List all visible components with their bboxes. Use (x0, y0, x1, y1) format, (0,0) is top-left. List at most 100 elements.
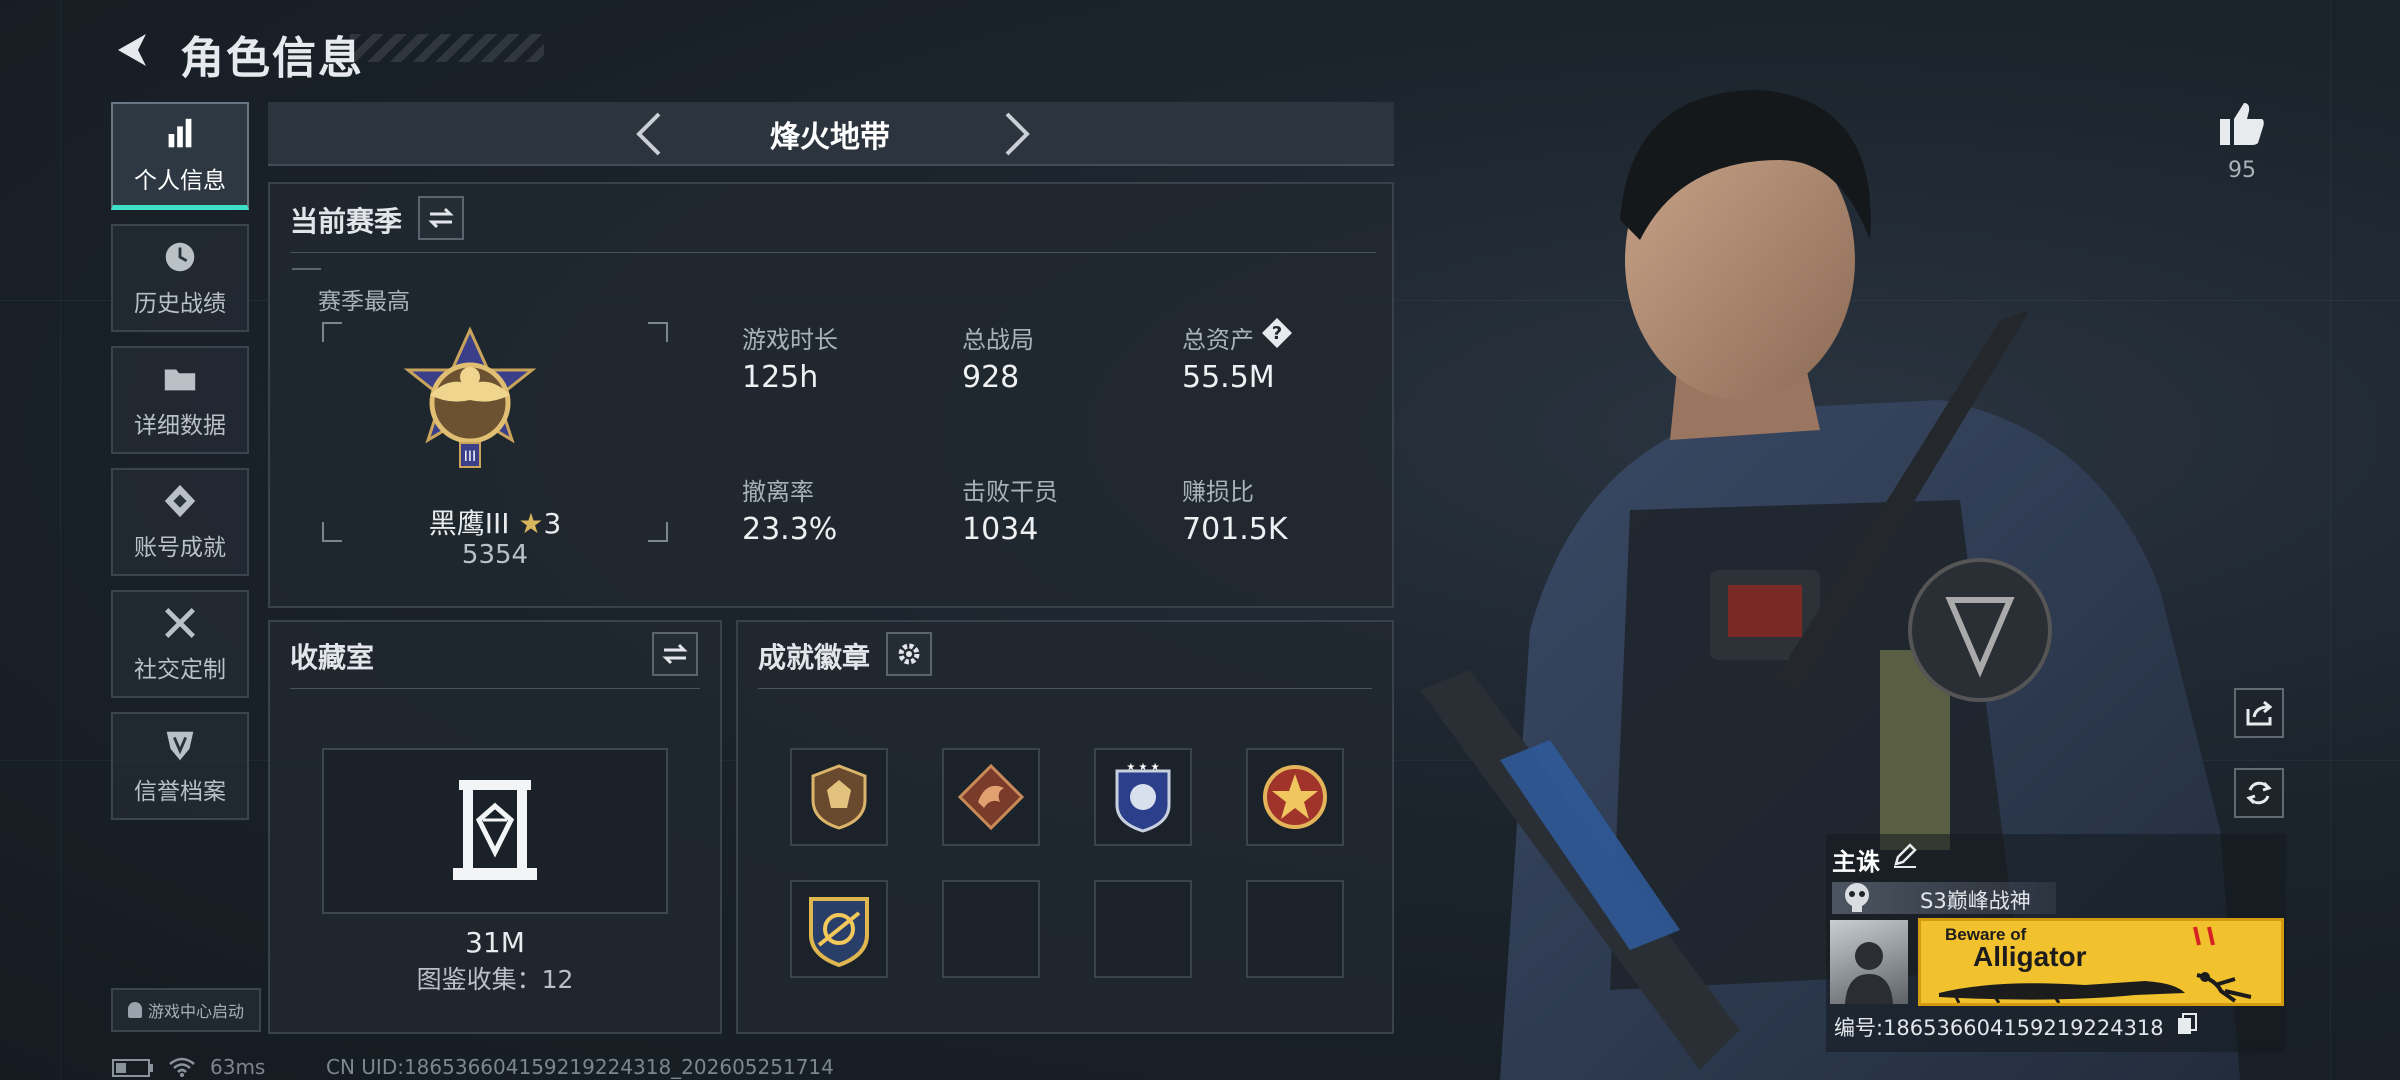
sidebar-item-history[interactable]: 历史战绩 (111, 224, 249, 332)
rank-points: 5354 (461, 540, 529, 570)
sidebar-item-label: 详细数据 (134, 413, 226, 439)
badge-slot-4[interactable] (1246, 748, 1344, 846)
badge-slot-1[interactable] (790, 748, 888, 846)
badge-slot-3[interactable]: ★ ★ ★ (1094, 748, 1192, 846)
stat-label-playtime: 游戏时长 (742, 326, 838, 354)
launch-label: 游戏中心启动 (147, 1002, 244, 1021)
tools-icon (165, 608, 195, 638)
stat-value-profit-ratio: 701.5K (1182, 512, 1288, 547)
stat-value-total-matches: 928 (962, 360, 1020, 395)
sidebar-item-label: 个人信息 (134, 167, 226, 194)
title-decoration (350, 34, 544, 62)
stat-label-total-matches: 总战局 (962, 326, 1034, 354)
sidebar-item-reputation[interactable]: 信誉档案 (111, 712, 249, 820)
stat-value-total-assets: 55.5M (1182, 360, 1275, 395)
swap-icon (428, 207, 454, 229)
bar-chart-icon (168, 118, 192, 147)
svg-text:III: III (464, 449, 476, 465)
catalog-count: 图鉴收集：12 (416, 965, 574, 994)
weapon-label: 主诛 (1832, 848, 1880, 876)
rank-name: 黑鹰III (428, 507, 510, 540)
sidebar-item-label: 社交定制 (134, 657, 226, 683)
refresh-icon (2246, 781, 2272, 805)
stat-value-extract-rate: 23.3% (742, 512, 838, 547)
stat-label-extract-rate: 撤离率 (742, 478, 814, 506)
badge-blue-crest-icon: ★ ★ ★ (1115, 762, 1171, 833)
badges-divider (758, 688, 1372, 689)
refresh-button[interactable] (2234, 768, 2284, 818)
back-button[interactable] (108, 26, 156, 74)
stat-value-playtime: 125h (742, 360, 819, 395)
mode-label: 烽火地带 (770, 120, 890, 155)
collection-title: 收藏室 (290, 641, 375, 674)
copy-id-button[interactable] (2176, 1012, 2200, 1036)
game-center-launch-button[interactable]: 游戏中心启动 (111, 988, 261, 1032)
like-button[interactable] (2214, 96, 2270, 152)
history-clock-icon (165, 242, 195, 272)
rank-emblem-icon: III (403, 326, 537, 468)
mode-prev-button[interactable] (620, 106, 676, 162)
launch-icon (127, 1002, 142, 1018)
edit-button[interactable] (1892, 842, 1920, 870)
player-id: 编号:18653660415921922431​8 (1834, 1016, 2164, 1040)
badge-slot-2[interactable] (942, 748, 1040, 846)
season-title: 当前赛季 (290, 205, 403, 238)
folder-icon (164, 369, 196, 391)
like-count: 95 (2228, 158, 2256, 183)
chevron-left-icon (636, 112, 661, 156)
share-button[interactable] (2234, 688, 2284, 738)
achievement-icon (164, 484, 196, 518)
banner-line2: Alligator (1973, 941, 2087, 972)
wifi-icon (169, 1057, 195, 1077)
badges-title: 成就徽章 (758, 641, 871, 674)
badge-slot-7-empty[interactable] (1094, 880, 1192, 978)
sidebar-item-social-custom[interactable]: 社交定制 (111, 590, 249, 698)
ping-value: 63ms (210, 1055, 266, 1079)
badge-dragon-icon (957, 763, 1025, 831)
stat-label-total-assets: 总资产 (1182, 326, 1254, 354)
svg-text:★ ★ ★: ★ ★ ★ (1126, 762, 1159, 773)
name-banner[interactable]: Beware of Alligator (1918, 918, 2284, 1006)
sidebar-item-label: 历史战绩 (134, 291, 226, 317)
thumbs-up-icon (2220, 103, 2264, 145)
season-switch-button[interactable] (418, 196, 464, 240)
badges-settings-button[interactable] (886, 632, 932, 676)
sidebar-item-detailed-data[interactable]: 详细数据 (111, 346, 249, 454)
shield-icon (166, 731, 194, 761)
mode-next-button[interactable] (990, 106, 1046, 162)
badge-slot-6-empty[interactable] (942, 880, 1040, 978)
player-avatar[interactable] (1830, 920, 1908, 1004)
alligator-icon (1939, 972, 2252, 1003)
copy-icon (2178, 1013, 2197, 1034)
badge-slot-5[interactable] (790, 880, 888, 978)
season-divider (290, 252, 1376, 253)
avatar-silhouette-icon (1845, 942, 1893, 1004)
vault-icon (453, 780, 537, 880)
exclamation-icon (2193, 926, 2215, 946)
rank-stars: 3 (543, 507, 562, 540)
badge-shield-gold-icon (811, 764, 867, 830)
stat-label-profit-ratio: 赚损比 (1182, 478, 1254, 506)
collection-display[interactable] (322, 748, 668, 914)
badge-slot-8-empty[interactable] (1246, 880, 1344, 978)
season-best-label: 赛季最高 (318, 289, 410, 315)
player-title: S3巅峰战神 (1920, 889, 2031, 913)
collection-switch-button[interactable] (652, 632, 698, 676)
gear-icon (898, 643, 920, 665)
stat-value-operators-defeated: 1034 (962, 512, 1039, 547)
pencil-icon (1894, 843, 1917, 868)
sidebar-item-label: 信誉档案 (134, 779, 226, 805)
sidebar-item-achievements[interactable]: 账号成就 (111, 468, 249, 576)
badge-star-medal-icon (1263, 765, 1327, 829)
battery-icon (112, 1059, 153, 1077)
page-title: 角色信息 (180, 33, 364, 84)
badge-target-emblem-icon (809, 897, 869, 967)
sidebar-item-personal-info[interactable]: 个人信息 (111, 102, 249, 210)
collection-divider (290, 688, 700, 689)
stat-label-operators-defeated: 击败干员 (962, 478, 1058, 506)
back-arrow-icon (118, 34, 146, 66)
collection-value: 31M (465, 926, 525, 959)
swap-icon (662, 643, 688, 665)
uid-text: CN UID:18653660415921922431​8_2026052517… (326, 1055, 834, 1079)
sidebar-item-label: 账号成就 (134, 535, 226, 561)
